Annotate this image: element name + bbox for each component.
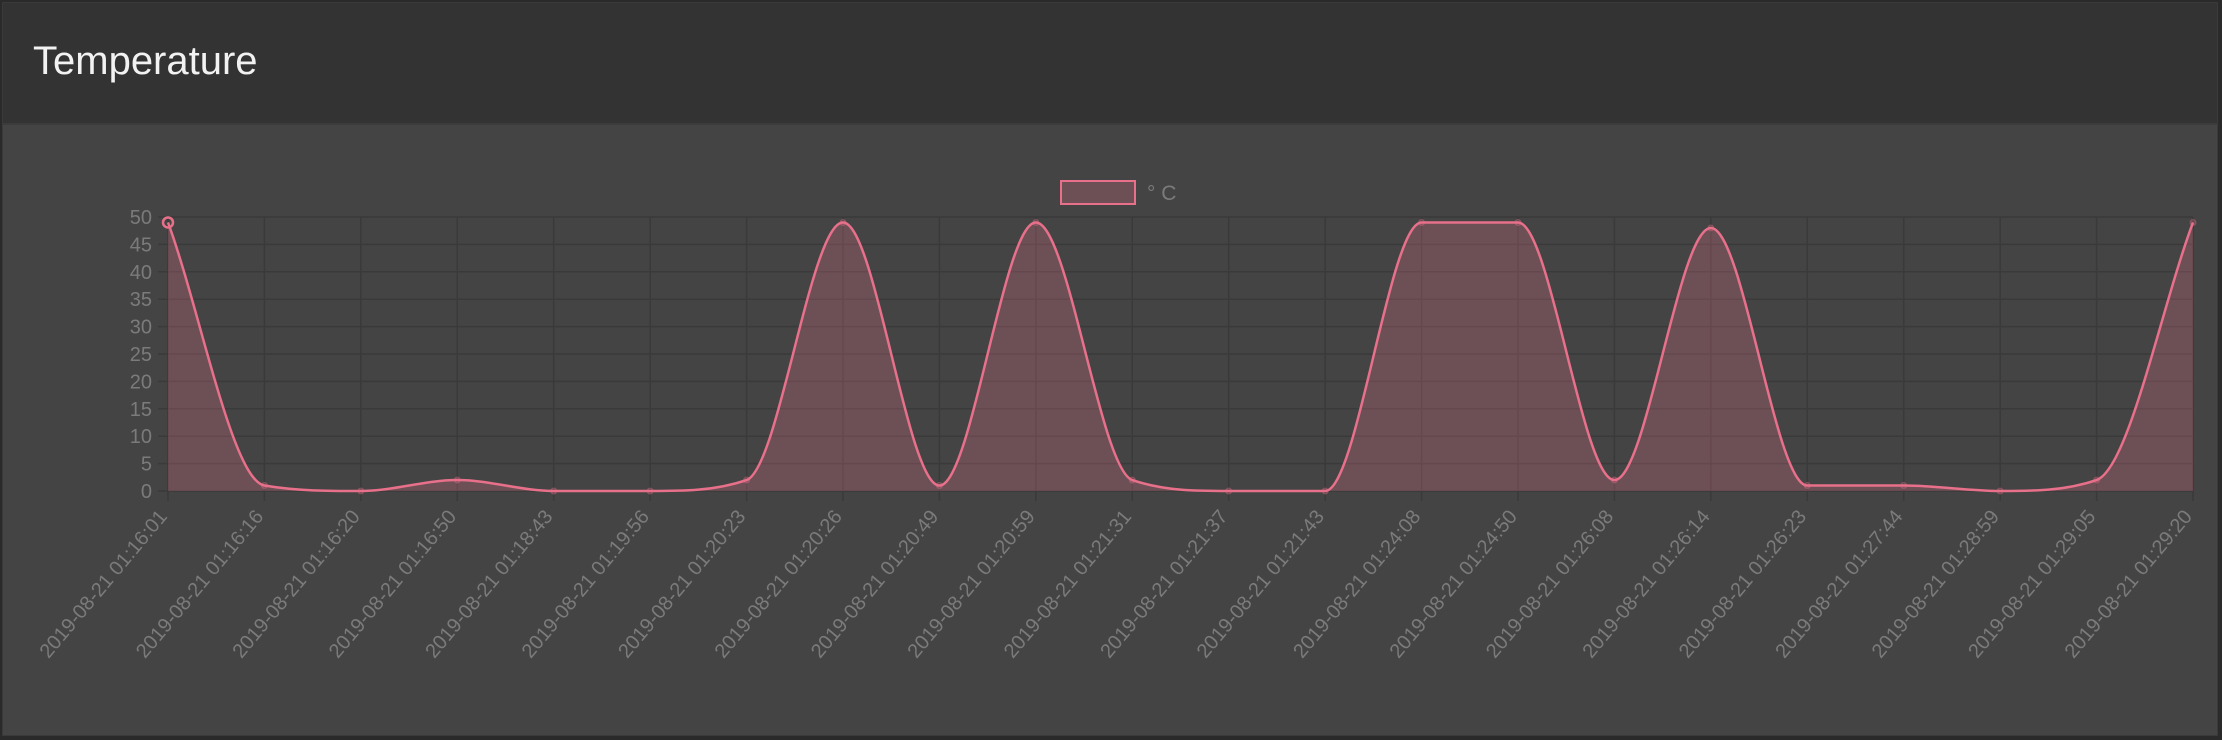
y-tick-label: 45 — [130, 234, 152, 256]
data-point — [1128, 476, 1136, 484]
y-tick-label: 50 — [130, 207, 152, 229]
data-point — [1321, 487, 1329, 495]
y-tick-label: 10 — [130, 426, 152, 448]
data-point — [935, 482, 943, 490]
legend-label: ° C — [1147, 182, 1176, 205]
data-point — [453, 476, 461, 484]
data-point — [1803, 482, 1811, 490]
y-tick-label: 5 — [141, 454, 152, 476]
temperature-card: Temperature 0 5 10 15 20 25 30 35 40 45 50 2019-08-… — [2, 2, 2218, 736]
y-tick-label: 30 — [130, 317, 152, 339]
data-point — [1707, 224, 1715, 232]
data-point — [1514, 218, 1522, 226]
y-tick-label: 40 — [130, 262, 152, 284]
data-point — [1900, 482, 1908, 490]
data-point — [1610, 476, 1618, 484]
data-point — [2093, 476, 2101, 484]
data-point — [1996, 487, 2004, 495]
y-tick-label: 25 — [130, 344, 152, 366]
legend-swatch — [1060, 180, 1136, 205]
data-point — [1418, 218, 1426, 226]
y-tick-label: 20 — [130, 371, 152, 393]
series-line — [166, 221, 2195, 493]
y-tick-label: 0 — [141, 481, 152, 503]
temperature-chart: 051015202530354045502019-08-21 01:16:012… — [36, 180, 2197, 662]
card-title: Temperature — [33, 39, 258, 83]
series-area — [168, 222, 2193, 491]
data-point — [743, 476, 751, 484]
data-point — [357, 487, 365, 495]
data-point — [646, 487, 654, 495]
chart-container: 0 5 10 15 20 25 30 35 40 45 50 2019-08-21 01:16:01 2… — [3, 125, 2217, 737]
y-tick-label: 15 — [130, 399, 152, 421]
data-point — [839, 218, 847, 226]
data-point — [1032, 218, 1040, 226]
data-point — [260, 482, 268, 490]
data-point — [550, 487, 558, 495]
data-point — [1225, 487, 1233, 495]
y-tick-label: 35 — [130, 289, 152, 311]
card-header: Temperature — [3, 3, 2217, 125]
data-point — [2189, 218, 2197, 226]
